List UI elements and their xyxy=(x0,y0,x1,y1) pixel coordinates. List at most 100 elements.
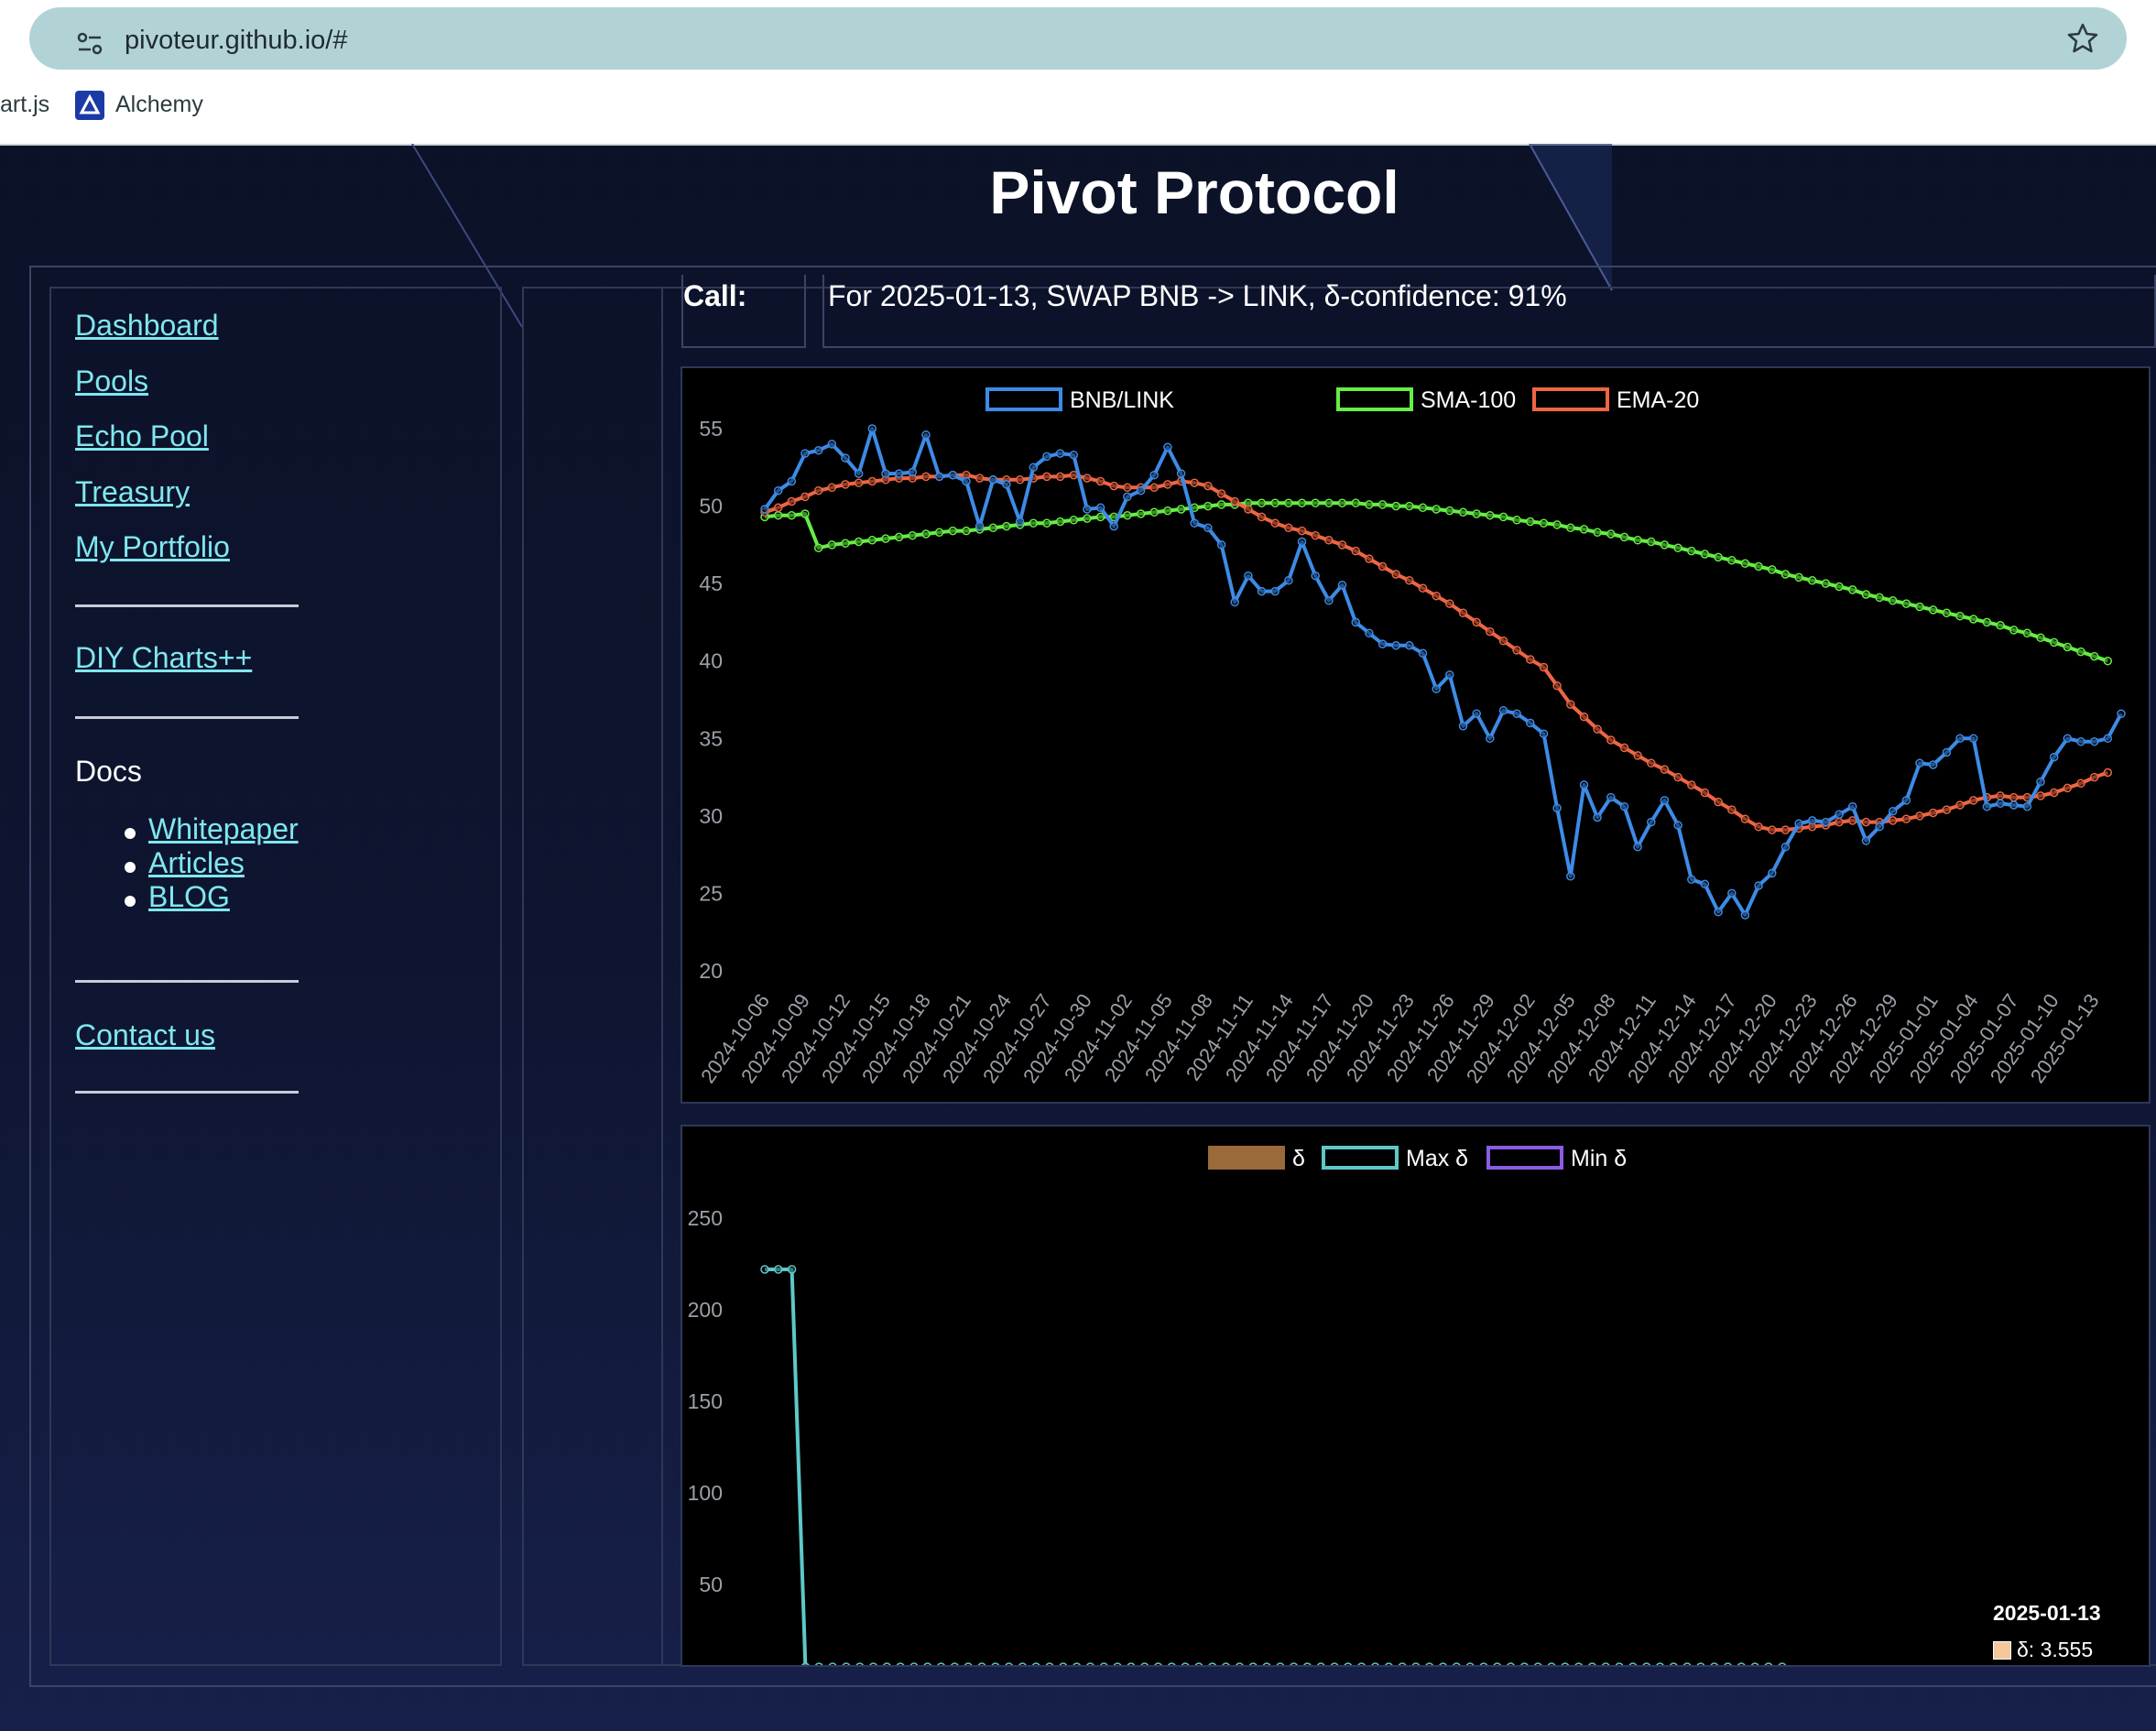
data-point xyxy=(1069,516,1079,525)
data-point xyxy=(1384,1662,1393,1665)
data-point xyxy=(1875,593,1884,603)
data-point xyxy=(1647,758,1656,768)
bookmark-star-icon[interactable] xyxy=(2066,22,2099,55)
data-point xyxy=(1324,498,1334,507)
data-point xyxy=(1330,1662,1339,1665)
data-point xyxy=(1561,1662,1570,1665)
data-point xyxy=(1190,518,1199,528)
data-point xyxy=(1928,808,1938,818)
data-point xyxy=(1928,760,1938,769)
data-point xyxy=(921,430,931,440)
nav-echo-pool[interactable]: Echo Pool xyxy=(75,419,209,453)
data-point xyxy=(801,1662,810,1665)
nav-pools[interactable]: Pools xyxy=(75,365,148,398)
address-bar[interactable]: pivoteur.github.io/# xyxy=(29,7,2127,70)
data-point xyxy=(1552,520,1562,529)
data-point xyxy=(1127,1662,1136,1665)
price-chart-svg[interactable]: BNB/LINK SMA-100 EMA-205550454035302520202… xyxy=(682,368,2149,1102)
data-point xyxy=(2063,734,2073,744)
data-point xyxy=(1458,608,1468,618)
data-point xyxy=(827,440,837,449)
docs-whitepaper-link[interactable]: Whitepaper xyxy=(148,812,299,846)
site-info-icon[interactable] xyxy=(73,27,106,60)
data-point xyxy=(1714,907,1723,917)
data-point xyxy=(1807,816,1817,825)
data-point xyxy=(1566,872,1575,881)
data-point xyxy=(881,469,890,478)
data-point xyxy=(1140,1662,1149,1665)
data-point xyxy=(2036,777,2045,787)
data-point xyxy=(1780,842,1791,852)
data-point xyxy=(882,1662,891,1665)
data-point xyxy=(854,469,864,478)
legend-label: EMA-20 xyxy=(1617,387,1699,413)
data-point xyxy=(1203,501,1213,511)
legend-label: BNB/LINK xyxy=(1070,387,1174,413)
data-point xyxy=(1847,801,1857,811)
bookmark-chartjs[interactable]: art.js xyxy=(0,92,49,118)
data-point xyxy=(2076,647,2085,657)
data-point xyxy=(1619,743,1629,753)
data-point xyxy=(813,543,823,552)
data-point xyxy=(1391,501,1400,511)
legend-label: SMA-100 xyxy=(1421,387,1516,413)
data-point xyxy=(1888,807,1898,816)
data-point xyxy=(1835,582,1844,592)
data-point xyxy=(1045,1662,1054,1665)
data-point xyxy=(1566,700,1575,709)
nav-treasury[interactable]: Treasury xyxy=(75,475,190,509)
data-point xyxy=(1377,500,1388,509)
y-tick-label: 40 xyxy=(699,649,723,673)
data-point xyxy=(1015,517,1025,527)
docs-blog-link[interactable]: BLOG xyxy=(148,880,230,914)
data-point xyxy=(1208,1662,1217,1665)
data-point xyxy=(1479,1662,1488,1665)
list-bullet xyxy=(125,862,136,873)
y-tick-label: 250 xyxy=(688,1206,723,1230)
data-point xyxy=(1539,729,1549,738)
legend-swatch xyxy=(1208,1146,1285,1170)
data-point xyxy=(1257,512,1267,522)
data-point xyxy=(1682,1662,1692,1665)
price-chart[interactable]: BNB/LINK SMA-100 EMA-20 55 50 45 40 35 30 25 20 202… xyxy=(681,366,2151,1104)
data-point xyxy=(1029,518,1039,528)
docs-articles-link[interactable]: Articles xyxy=(148,846,245,880)
data-point xyxy=(1059,1662,1068,1665)
data-point xyxy=(988,475,998,484)
data-point xyxy=(975,521,985,531)
nav-dashboard[interactable]: Dashboard xyxy=(75,309,219,343)
y-tick-label: 150 xyxy=(688,1389,723,1413)
data-point xyxy=(1552,681,1562,691)
data-point xyxy=(787,1265,797,1274)
data-point xyxy=(1176,469,1186,478)
bookmark-alchemy[interactable]: Alchemy xyxy=(115,92,203,118)
data-point xyxy=(1780,570,1791,579)
nav-diy-charts[interactable]: DIY Charts++ xyxy=(75,641,252,675)
delta-chart-svg[interactable]: δ Max δ Min δ 250 200 150 100 50 0 xyxy=(682,1127,2149,1667)
delta-chart[interactable]: δ Max δ Min δ 250 200 150 100 50 0 xyxy=(681,1125,2151,1667)
y-tick-label: 20 xyxy=(699,959,723,983)
data-point xyxy=(2049,788,2059,798)
data-point xyxy=(2103,656,2113,666)
data-point xyxy=(1740,910,1750,920)
data-point xyxy=(2063,642,2073,652)
url-text[interactable]: pivoteur.github.io/# xyxy=(125,26,347,56)
data-point xyxy=(977,1662,986,1665)
data-point xyxy=(1377,639,1388,648)
data-point xyxy=(1445,506,1454,516)
data-point xyxy=(937,1662,945,1665)
data-point xyxy=(1095,476,1105,486)
data-point xyxy=(827,540,837,550)
data-point xyxy=(908,530,918,540)
data-point xyxy=(787,510,797,520)
data-point xyxy=(1248,1662,1258,1665)
data-point xyxy=(1754,822,1763,832)
nav-my-portfolio[interactable]: My Portfolio xyxy=(75,530,230,564)
data-point xyxy=(813,485,823,495)
data-point xyxy=(1996,799,2005,809)
data-point xyxy=(1673,772,1682,782)
data-point xyxy=(1901,814,1911,823)
data-point xyxy=(1405,501,1414,511)
nav-contact-us[interactable]: Contact us xyxy=(75,1018,215,1052)
data-point xyxy=(1526,718,1535,728)
